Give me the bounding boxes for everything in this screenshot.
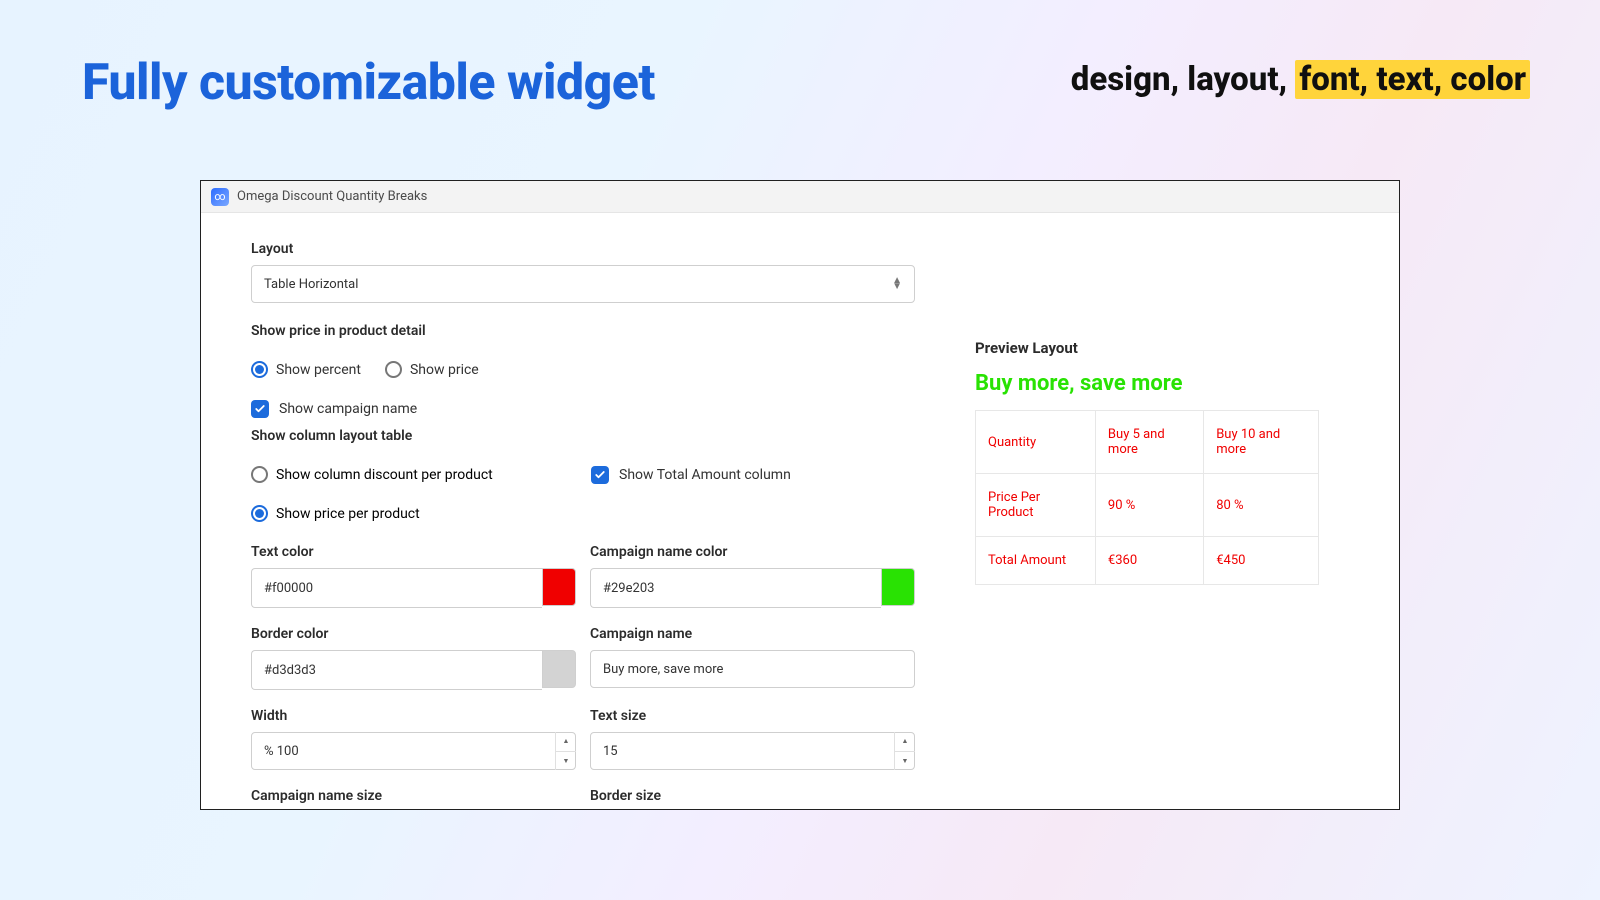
chevron-down-icon: ▼ [895,752,915,771]
layout-select[interactable]: Table Horizontal ▲▼ [251,265,915,303]
preview-pane: Preview Layout Buy more, save more Quant… [945,213,1399,809]
table-cell: €360 [1095,537,1203,585]
border-color-label: Border color [251,626,576,642]
radio-selected-icon [251,361,268,378]
text-size-label: Text size [590,708,915,724]
hero-subtitle-pre: design, layout, [1071,60,1296,99]
width-stepper[interactable]: ▲▼ [555,732,576,770]
preview-title: Preview Layout [975,339,1369,357]
text-size-stepper[interactable]: ▲▼ [894,732,915,770]
price-display-radio-group: Show percent Show price [251,361,915,378]
chevron-updown-icon: ▲▼ [892,278,902,290]
chevron-up-icon: ▲ [556,732,576,752]
table-cell: 80 % [1204,474,1319,537]
preview-campaign-name: Buy more, save more [975,371,1369,396]
table-cell: Total Amount [976,537,1096,585]
show-campaign-name-checkbox[interactable]: Show campaign name [251,400,915,418]
show-total-amount-checkbox[interactable]: Show Total Amount column [591,466,791,484]
show-price-option[interactable]: Show price [385,361,479,378]
layout-label: Layout [251,241,915,257]
col-discount-label: Show column discount per product [276,467,493,483]
table-header: Quantity [976,411,1096,474]
layout-select-value: Table Horizontal [264,277,358,292]
table-row: Total Amount €360 €450 [976,537,1319,585]
border-size-label: Border size [590,788,915,804]
col-discount-option[interactable]: Show column discount per product [251,466,591,483]
width-label: Width [251,708,576,724]
table-cell: €450 [1204,537,1319,585]
page-background: Fully customizable widget design, layout… [0,0,1600,900]
table-header: Buy 10 and more [1204,411,1319,474]
app-icon: ∞ [211,188,229,206]
price-per-product-option[interactable]: Show price per product [251,505,591,522]
checkbox-checked-icon [591,466,609,484]
table-header: Buy 5 and more [1095,411,1203,474]
app-name: Omega Discount Quantity Breaks [237,189,427,204]
hero-subtitle: design, layout, font, text, color [1071,60,1530,99]
radio-selected-icon [251,505,268,522]
text-color-swatch[interactable] [542,568,576,606]
text-color-input[interactable]: #f00000 [251,568,542,608]
width-input[interactable]: % 100 [251,732,576,770]
table-cell: Price Per Product [976,474,1096,537]
border-color-input[interactable]: #d3d3d3 [251,650,542,690]
chevron-down-icon: ▼ [556,752,576,771]
campaign-color-label: Campaign name color [590,544,915,560]
radio-icon [385,361,402,378]
hero-subtitle-highlight: font, text, color [1295,60,1530,99]
campaign-name-input[interactable]: Buy more, save more [590,650,915,688]
settings-form: Layout Table Horizontal ▲▼ Show price in… [201,213,945,809]
chevron-up-icon: ▲ [895,732,915,752]
table-cell: 90 % [1095,474,1203,537]
show-price-label: Show price [410,362,479,378]
app-window: ∞ Omega Discount Quantity Breaks Layout … [200,180,1400,810]
checkbox-checked-icon [251,400,269,418]
border-color-swatch[interactable] [542,650,576,688]
campaign-size-label: Campaign name size [251,788,576,804]
campaign-color-swatch[interactable] [881,568,915,606]
show-campaign-name-label: Show campaign name [279,401,417,417]
window-titlebar: ∞ Omega Discount Quantity Breaks [201,181,1399,213]
table-row: Price Per Product 90 % 80 % [976,474,1319,537]
radio-icon [251,466,268,483]
text-color-label: Text color [251,544,576,560]
show-total-amount-label: Show Total Amount column [619,467,791,483]
table-row: Quantity Buy 5 and more Buy 10 and more [976,411,1319,474]
price-per-product-label: Show price per product [276,506,420,522]
show-percent-option[interactable]: Show percent [251,361,361,378]
text-size-input[interactable]: 15 [590,732,915,770]
preview-table: Quantity Buy 5 and more Buy 10 and more … [975,410,1319,585]
campaign-color-input[interactable]: #29e203 [590,568,881,608]
window-body: Layout Table Horizontal ▲▼ Show price in… [201,213,1399,809]
show-percent-label: Show percent [276,362,361,378]
campaign-name-label: Campaign name [590,626,915,642]
hero-title: Fully customizable widget [82,54,655,112]
column-layout-section-label: Show column layout table [251,428,915,444]
show-price-section-label: Show price in product detail [251,323,915,339]
